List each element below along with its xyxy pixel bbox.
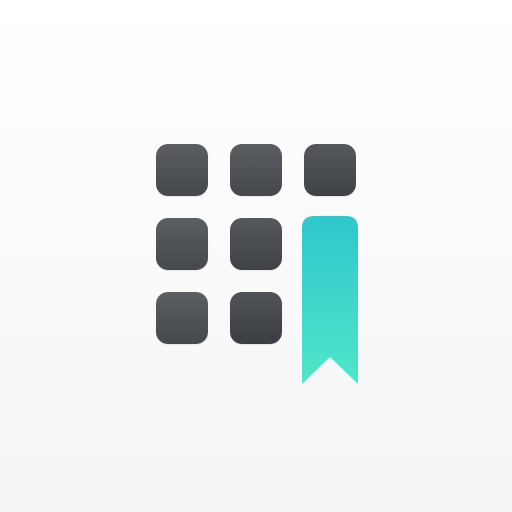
grid-tile-7 (156, 292, 208, 344)
grid-tile-1 (156, 144, 208, 196)
grid-tile-8 (230, 292, 282, 344)
grid-tile-2 (230, 144, 282, 196)
app-icon (0, 0, 512, 512)
grid-tile-4 (156, 218, 208, 270)
grid-tile-3 (304, 144, 356, 196)
bookmark-icon (302, 216, 358, 384)
grid-tile-5 (230, 218, 282, 270)
